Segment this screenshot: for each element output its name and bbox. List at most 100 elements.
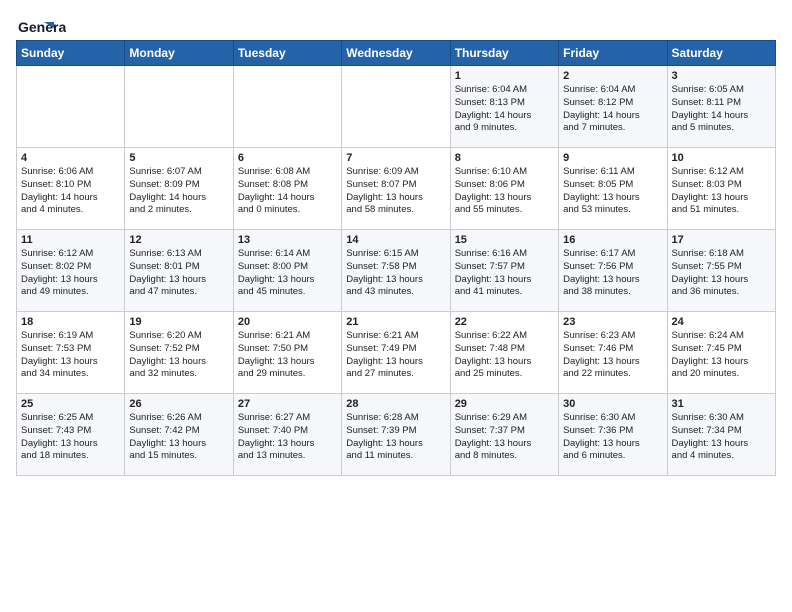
calendar-cell: 6 Sunrise: 6:08 AM Sunset: 8:08 PM Daylig…: [233, 148, 341, 230]
calendar-cell: 17 Sunrise: 6:18 AM Sunset: 7:55 PM Dayli…: [667, 230, 775, 312]
day-info: Sunrise: 6:15 AM Sunset: 7:58 PM Dayligh…: [346, 248, 445, 299]
day-number: 2: [563, 70, 662, 82]
calendar-cell: 2 Sunrise: 6:04 AM Sunset: 8:12 PM Daylig…: [559, 66, 667, 148]
calendar-cell: 25Sunrise: 6:25 AM Sunset: 7:43 PM Dayli…: [17, 394, 125, 476]
day-number: 29: [455, 398, 554, 410]
calendar-cell: 20Sunrise: 6:21 AM Sunset: 7:50 PM Dayli…: [233, 312, 341, 394]
day-number: 6: [238, 152, 337, 164]
calendar-cell: 23 Sunrise: 6:23 AM Sunset: 7:46 PM Dayli…: [559, 312, 667, 394]
calendar-table: SundayMondayTuesdayWednesdayThursdayFrid…: [16, 40, 776, 476]
calendar-header: SundayMondayTuesdayWednesdayThursdayFrid…: [17, 41, 776, 66]
logo: General Blue: [16, 14, 70, 34]
day-info: Sunrise: 6:11 AM Sunset: 8:05 PM Dayligh…: [563, 166, 662, 217]
day-number: 3: [672, 70, 771, 82]
calendar-body: 1 Sunrise: 6:04 AM Sunset: 8:13 PM Daylig…: [17, 66, 776, 476]
calendar-cell: 19 Sunrise: 6:20 AM Sunset: 7:52 PM Dayli…: [125, 312, 233, 394]
calendar-cell: 3 Sunrise: 6:05 AM Sunset: 8:11 PM Daylig…: [667, 66, 775, 148]
calendar-cell: 11 Sunrise: 6:12 AM Sunset: 8:02 PM Dayli…: [17, 230, 125, 312]
header-day-wednesday: Wednesday: [342, 41, 450, 66]
logo-icon: General Blue: [16, 14, 66, 34]
calendar-cell: 27Sunrise: 6:27 AM Sunset: 7:40 PM Dayli…: [233, 394, 341, 476]
week-row-5: 25Sunrise: 6:25 AM Sunset: 7:43 PM Dayli…: [17, 394, 776, 476]
day-info: Sunrise: 6:04 AM Sunset: 8:13 PM Dayligh…: [455, 84, 554, 135]
calendar-cell: 21 Sunrise: 6:21 AM Sunset: 7:49 PM Dayli…: [342, 312, 450, 394]
header-day-thursday: Thursday: [450, 41, 558, 66]
day-info: Sunrise: 6:23 AM Sunset: 7:46 PM Dayligh…: [563, 330, 662, 381]
day-number: 28: [346, 398, 445, 410]
day-info: Sunrise: 6:04 AM Sunset: 8:12 PM Dayligh…: [563, 84, 662, 135]
day-number: 10: [672, 152, 771, 164]
day-info: Sunrise: 6:21 AM Sunset: 7:50 PM Dayligh…: [238, 330, 337, 381]
day-info: Sunrise: 6:21 AM Sunset: 7:49 PM Dayligh…: [346, 330, 445, 381]
svg-text:Blue: Blue: [18, 33, 49, 34]
day-info: Sunrise: 6:29 AM Sunset: 7:37 PM Dayligh…: [455, 412, 554, 463]
calendar-cell: 28 Sunrise: 6:28 AM Sunset: 7:39 PM Dayli…: [342, 394, 450, 476]
day-info: Sunrise: 6:05 AM Sunset: 8:11 PM Dayligh…: [672, 84, 771, 135]
day-number: 15: [455, 234, 554, 246]
day-info: Sunrise: 6:30 AM Sunset: 7:34 PM Dayligh…: [672, 412, 771, 463]
day-number: 5: [129, 152, 228, 164]
day-info: Sunrise: 6:18 AM Sunset: 7:55 PM Dayligh…: [672, 248, 771, 299]
header-day-friday: Friday: [559, 41, 667, 66]
day-info: Sunrise: 6:08 AM Sunset: 8:08 PM Dayligh…: [238, 166, 337, 217]
day-number: 23: [563, 316, 662, 328]
header-row: SundayMondayTuesdayWednesdayThursdayFrid…: [17, 41, 776, 66]
day-number: 1: [455, 70, 554, 82]
calendar-cell: 5 Sunrise: 6:07 AM Sunset: 8:09 PM Daylig…: [125, 148, 233, 230]
header-day-sunday: Sunday: [17, 41, 125, 66]
calendar-cell: 12 Sunrise: 6:13 AM Sunset: 8:01 PM Dayli…: [125, 230, 233, 312]
calendar-cell: 14 Sunrise: 6:15 AM Sunset: 7:58 PM Dayli…: [342, 230, 450, 312]
day-info: Sunrise: 6:26 AM Sunset: 7:42 PM Dayligh…: [129, 412, 228, 463]
day-info: Sunrise: 6:19 AM Sunset: 7:53 PM Dayligh…: [21, 330, 120, 381]
week-row-1: 1 Sunrise: 6:04 AM Sunset: 8:13 PM Daylig…: [17, 66, 776, 148]
day-number: 21: [346, 316, 445, 328]
week-row-4: 18Sunrise: 6:19 AM Sunset: 7:53 PM Dayli…: [17, 312, 776, 394]
day-info: Sunrise: 6:12 AM Sunset: 8:02 PM Dayligh…: [21, 248, 120, 299]
calendar-cell: 7 Sunrise: 6:09 AM Sunset: 8:07 PM Daylig…: [342, 148, 450, 230]
day-info: Sunrise: 6:20 AM Sunset: 7:52 PM Dayligh…: [129, 330, 228, 381]
header-day-monday: Monday: [125, 41, 233, 66]
day-number: 27: [238, 398, 337, 410]
calendar-cell: [342, 66, 450, 148]
calendar-cell: 31 Sunrise: 6:30 AM Sunset: 7:34 PM Dayli…: [667, 394, 775, 476]
day-info: Sunrise: 6:10 AM Sunset: 8:06 PM Dayligh…: [455, 166, 554, 217]
calendar-cell: 15 Sunrise: 6:16 AM Sunset: 7:57 PM Dayli…: [450, 230, 558, 312]
calendar-cell: [17, 66, 125, 148]
day-info: Sunrise: 6:07 AM Sunset: 8:09 PM Dayligh…: [129, 166, 228, 217]
day-info: Sunrise: 6:14 AM Sunset: 8:00 PM Dayligh…: [238, 248, 337, 299]
header-area: General Blue: [16, 10, 776, 34]
day-info: Sunrise: 6:28 AM Sunset: 7:39 PM Dayligh…: [346, 412, 445, 463]
day-info: Sunrise: 6:09 AM Sunset: 8:07 PM Dayligh…: [346, 166, 445, 217]
calendar-cell: 18Sunrise: 6:19 AM Sunset: 7:53 PM Dayli…: [17, 312, 125, 394]
day-number: 25: [21, 398, 120, 410]
day-info: Sunrise: 6:06 AM Sunset: 8:10 PM Dayligh…: [21, 166, 120, 217]
day-info: Sunrise: 6:16 AM Sunset: 7:57 PM Dayligh…: [455, 248, 554, 299]
day-info: Sunrise: 6:22 AM Sunset: 7:48 PM Dayligh…: [455, 330, 554, 381]
day-number: 14: [346, 234, 445, 246]
calendar-cell: 22Sunrise: 6:22 AM Sunset: 7:48 PM Dayli…: [450, 312, 558, 394]
calendar-cell: 9Sunrise: 6:11 AM Sunset: 8:05 PM Daylig…: [559, 148, 667, 230]
calendar-cell: 4Sunrise: 6:06 AM Sunset: 8:10 PM Daylig…: [17, 148, 125, 230]
week-row-3: 11 Sunrise: 6:12 AM Sunset: 8:02 PM Dayli…: [17, 230, 776, 312]
svg-text:General: General: [18, 19, 66, 34]
day-info: Sunrise: 6:17 AM Sunset: 7:56 PM Dayligh…: [563, 248, 662, 299]
day-info: Sunrise: 6:13 AM Sunset: 8:01 PM Dayligh…: [129, 248, 228, 299]
header-day-saturday: Saturday: [667, 41, 775, 66]
calendar-cell: 1 Sunrise: 6:04 AM Sunset: 8:13 PM Daylig…: [450, 66, 558, 148]
calendar-cell: [233, 66, 341, 148]
day-number: 7: [346, 152, 445, 164]
day-number: 11: [21, 234, 120, 246]
day-number: 19: [129, 316, 228, 328]
day-number: 31: [672, 398, 771, 410]
calendar-cell: 13Sunrise: 6:14 AM Sunset: 8:00 PM Dayli…: [233, 230, 341, 312]
calendar-cell: 29 Sunrise: 6:29 AM Sunset: 7:37 PM Dayli…: [450, 394, 558, 476]
day-number: 24: [672, 316, 771, 328]
calendar-cell: 30Sunrise: 6:30 AM Sunset: 7:36 PM Dayli…: [559, 394, 667, 476]
day-number: 12: [129, 234, 228, 246]
week-row-2: 4Sunrise: 6:06 AM Sunset: 8:10 PM Daylig…: [17, 148, 776, 230]
calendar-cell: 26Sunrise: 6:26 AM Sunset: 7:42 PM Dayli…: [125, 394, 233, 476]
day-info: Sunrise: 6:24 AM Sunset: 7:45 PM Dayligh…: [672, 330, 771, 381]
calendar-cell: 10Sunrise: 6:12 AM Sunset: 8:03 PM Dayli…: [667, 148, 775, 230]
day-number: 17: [672, 234, 771, 246]
calendar-cell: 16Sunrise: 6:17 AM Sunset: 7:56 PM Dayli…: [559, 230, 667, 312]
